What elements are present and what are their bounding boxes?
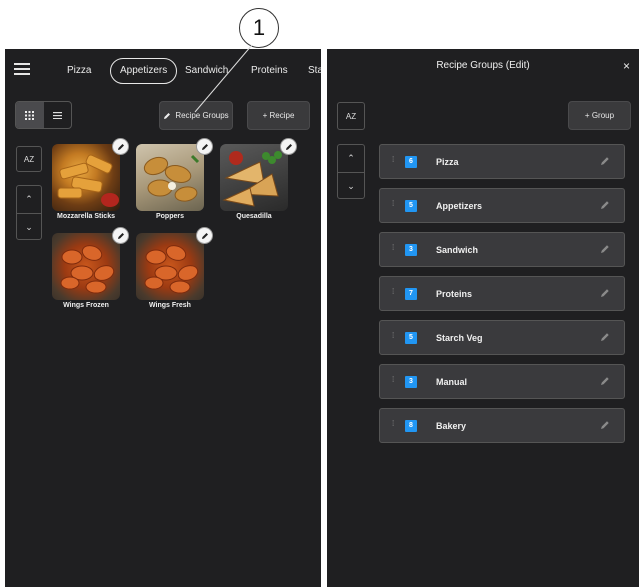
recipe-count-badge: 5 bbox=[405, 200, 417, 212]
list-view-icon[interactable] bbox=[44, 102, 72, 128]
chicken-wings-image bbox=[136, 233, 204, 300]
group-name: Appetizers bbox=[436, 201, 483, 211]
drag-handle-icon[interactable]: ⁞ bbox=[392, 288, 394, 296]
recipe-card-poppers[interactable]: Poppers bbox=[136, 144, 204, 220]
add-group-button[interactable]: + Group bbox=[568, 101, 631, 130]
recipe-count-badge: 6 bbox=[405, 156, 417, 168]
group-name: Starch Veg bbox=[436, 333, 483, 343]
poppers-image bbox=[136, 144, 204, 211]
chicken-wings-image bbox=[52, 233, 120, 300]
recipe-name: Wings Fresh bbox=[149, 302, 191, 309]
edit-pencil-icon[interactable] bbox=[280, 138, 297, 155]
group-name: Pizza bbox=[436, 157, 459, 167]
recipe-groups-edit-panel: Recipe Groups (Edit) × AZ + Group ⌃ ⌄ ⁞ … bbox=[327, 49, 639, 587]
group-row-sandwich[interactable]: ⁞ 3 Sandwich bbox=[379, 232, 625, 267]
recipe-count-badge: 7 bbox=[405, 288, 417, 300]
mozzarella-sticks-image bbox=[52, 144, 120, 211]
group-name: Sandwich bbox=[436, 245, 479, 255]
drag-handle-icon[interactable]: ⁞ bbox=[392, 376, 394, 384]
edit-pencil-icon[interactable] bbox=[600, 156, 610, 166]
add-recipe-button[interactable]: + Recipe bbox=[247, 101, 310, 130]
recipe-count-badge: 8 bbox=[405, 420, 417, 432]
recipe-count-badge: 3 bbox=[405, 376, 417, 388]
sort-az-button[interactable]: AZ bbox=[16, 146, 42, 172]
recipe-name: Quesadilla bbox=[236, 213, 272, 220]
recipe-name: Mozzarella Sticks bbox=[57, 213, 115, 220]
reorder-arrows: ⌃ ⌄ bbox=[337, 144, 365, 199]
recipe-count-badge: 5 bbox=[405, 332, 417, 344]
reorder-arrows: ⌃ ⌄ bbox=[16, 185, 42, 240]
recipe-card-wings-fresh[interactable]: Wings Fresh bbox=[136, 233, 204, 309]
edit-pencil-icon[interactable] bbox=[600, 332, 610, 342]
recipe-name: Wings Frozen bbox=[63, 302, 109, 309]
recipes-panel: Pizza Appetizers Sandwich Proteins Sta R… bbox=[5, 49, 321, 587]
group-row-pizza[interactable]: ⁞ 6 Pizza bbox=[379, 144, 625, 179]
drag-handle-icon[interactable]: ⁞ bbox=[392, 244, 394, 252]
tab-appetizers[interactable]: Appetizers bbox=[110, 58, 178, 84]
pencil-icon bbox=[164, 112, 171, 119]
tab-starch-veg[interactable]: Sta bbox=[308, 58, 321, 84]
close-icon[interactable]: × bbox=[623, 59, 630, 73]
edit-pencil-icon[interactable] bbox=[196, 227, 213, 244]
group-tabs: Pizza Appetizers Sandwich Proteins Sta bbox=[5, 58, 321, 86]
grid-view-icon[interactable] bbox=[16, 102, 44, 128]
drag-handle-icon[interactable]: ⁞ bbox=[392, 156, 394, 164]
chevron-down-icon[interactable]: ⌄ bbox=[17, 213, 41, 241]
chevron-down-icon[interactable]: ⌄ bbox=[338, 172, 364, 200]
group-name: Bakery bbox=[436, 421, 467, 431]
drag-handle-icon[interactable]: ⁞ bbox=[392, 420, 394, 428]
group-row-manual[interactable]: ⁞ 3 Manual bbox=[379, 364, 625, 399]
edit-pencil-icon[interactable] bbox=[600, 200, 610, 210]
recipe-card-quesadilla[interactable]: Quesadilla bbox=[220, 144, 288, 220]
drag-handle-icon[interactable]: ⁞ bbox=[392, 200, 394, 208]
sort-az-button[interactable]: AZ bbox=[337, 102, 365, 130]
recipe-groups-button[interactable]: Recipe Groups bbox=[159, 101, 233, 130]
quesadilla-image bbox=[220, 144, 288, 211]
group-row-appetizers[interactable]: ⁞ 5 Appetizers bbox=[379, 188, 625, 223]
group-row-starch-veg[interactable]: ⁞ 5 Starch Veg bbox=[379, 320, 625, 355]
recipe-name: Poppers bbox=[155, 213, 184, 220]
group-name: Proteins bbox=[436, 289, 473, 299]
callout-number: 1 bbox=[239, 8, 279, 48]
group-row-bakery[interactable]: ⁞ 8 Bakery bbox=[379, 408, 625, 443]
recipe-card-mozzarella-sticks[interactable]: Mozzarella Sticks bbox=[52, 144, 120, 220]
tab-pizza[interactable]: Pizza bbox=[67, 58, 91, 84]
chevron-up-icon[interactable]: ⌃ bbox=[17, 186, 41, 213]
edit-pencil-icon[interactable] bbox=[600, 376, 610, 386]
tab-sandwich[interactable]: Sandwich bbox=[185, 58, 228, 84]
group-row-proteins[interactable]: ⁞ 7 Proteins bbox=[379, 276, 625, 311]
edit-pencil-icon[interactable] bbox=[196, 138, 213, 155]
recipe-groups-label: Recipe Groups bbox=[175, 111, 229, 120]
edit-pencil-icon[interactable] bbox=[600, 288, 610, 298]
view-toggle bbox=[15, 101, 72, 129]
edit-pencil-icon[interactable] bbox=[112, 138, 129, 155]
panel-title: Recipe Groups (Edit) bbox=[436, 60, 530, 71]
edit-pencil-icon[interactable] bbox=[600, 244, 610, 254]
group-name: Manual bbox=[436, 377, 468, 387]
edit-pencil-icon[interactable] bbox=[600, 420, 610, 430]
recipe-card-wings-frozen[interactable]: Wings Frozen bbox=[52, 233, 120, 309]
edit-pencil-icon[interactable] bbox=[112, 227, 129, 244]
tab-proteins[interactable]: Proteins bbox=[251, 58, 288, 84]
chevron-up-icon[interactable]: ⌃ bbox=[338, 145, 364, 172]
drag-handle-icon[interactable]: ⁞ bbox=[392, 332, 394, 340]
recipe-count-badge: 3 bbox=[405, 244, 417, 256]
